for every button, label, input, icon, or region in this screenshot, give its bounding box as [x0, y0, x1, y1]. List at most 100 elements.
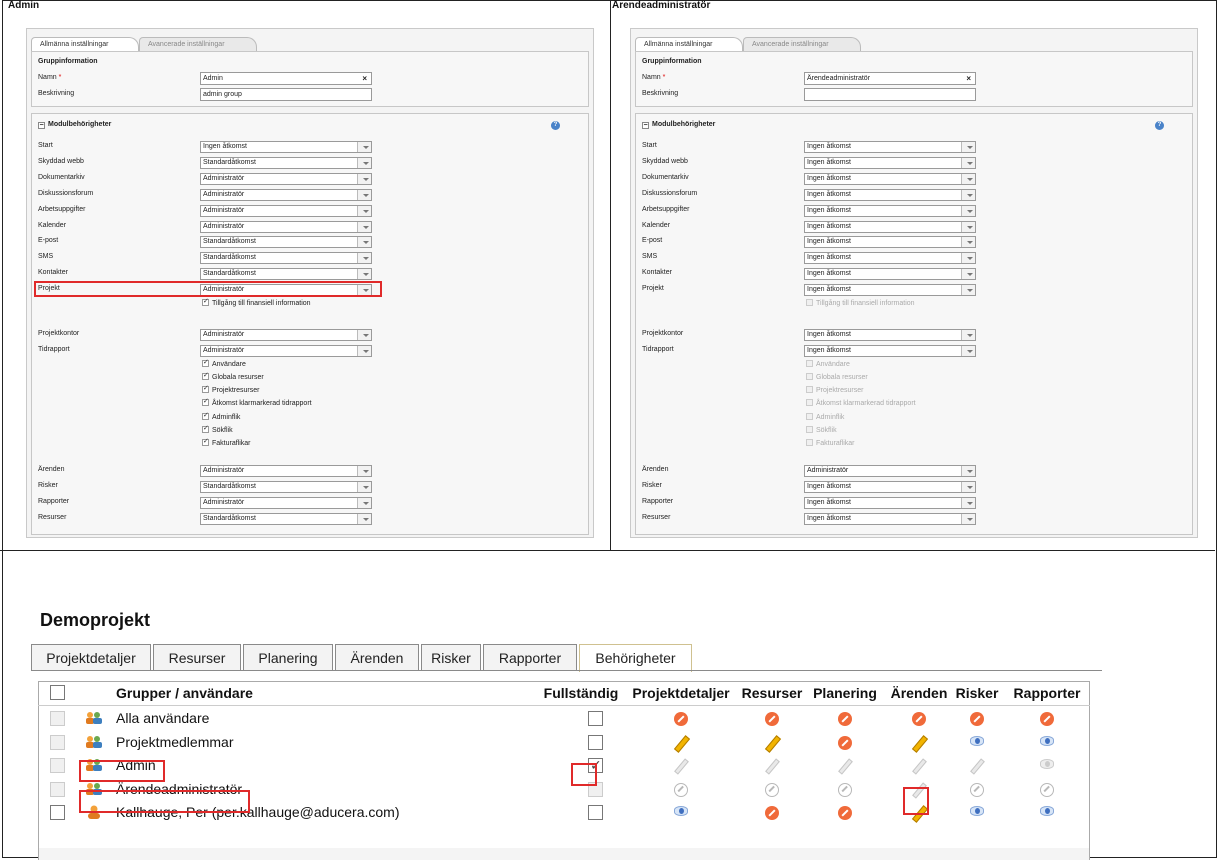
chevron-down-icon[interactable] [961, 237, 975, 248]
module-select-ärenden[interactable]: Administratör [200, 465, 372, 478]
tab-projektdetaljer[interactable]: Projektdetaljer [31, 644, 151, 671]
row-select-checkbox[interactable] [50, 805, 65, 820]
tidrapport-option[interactable]: Användare [806, 359, 850, 368]
blocked-gray-icon[interactable] [765, 782, 779, 797]
module-select-start[interactable]: Ingen åtkomst [804, 141, 976, 153]
name-field[interactable]: Ärendeadministratör × [804, 72, 976, 85]
chevron-down-icon[interactable] [961, 173, 975, 184]
module-select-arbetsuppgifter[interactable]: Administratör [200, 204, 372, 217]
pen-icon[interactable] [674, 736, 688, 750]
chevron-down-icon[interactable] [357, 221, 371, 232]
blocked-icon[interactable] [970, 712, 984, 726]
chevron-down-icon[interactable] [961, 157, 975, 168]
row-select-checkbox[interactable] [50, 758, 65, 773]
module-select-risker[interactable]: Standardåtkomst [200, 481, 372, 494]
module-select-tidrapport[interactable]: Administratör [200, 344, 372, 357]
description-field[interactable]: admin group [200, 88, 372, 101]
checkbox[interactable] [806, 412, 813, 420]
table-row[interactable]: Projektmedlemmar [38, 731, 1090, 755]
blocked-gray-icon[interactable] [838, 782, 852, 797]
tidrapport-option[interactable]: Sökflik [806, 425, 837, 434]
row-select-checkbox[interactable] [50, 711, 65, 726]
module-select-sms[interactable]: Ingen åtkomst [804, 252, 976, 265]
tidrapport-option[interactable]: Åtkomst klarmarkerad tidrapport [202, 397, 312, 407]
blocked-icon[interactable] [838, 712, 852, 726]
tab-general-settings[interactable]: Allmänna inställningar [31, 37, 139, 51]
full-access-checkbox[interactable] [588, 805, 603, 820]
module-select-arbetsuppgifter[interactable]: Ingen åtkomst [804, 204, 976, 217]
tidrapport-option[interactable]: Projektresurser [202, 384, 259, 394]
chevron-down-icon[interactable] [961, 189, 975, 200]
blocked-icon[interactable] [838, 735, 852, 750]
row-select-checkbox[interactable] [50, 734, 65, 750]
description-field[interactable] [804, 88, 976, 101]
blocked-icon[interactable] [838, 806, 852, 820]
checkbox[interactable] [806, 399, 813, 407]
chevron-down-icon[interactable] [961, 466, 975, 477]
tidrapport-option[interactable]: Adminflik [202, 411, 240, 421]
collapse-icon[interactable]: − [38, 122, 45, 129]
module-select-skyddad-webb[interactable]: Ingen åtkomst [804, 156, 976, 169]
module-select-kalender[interactable]: Ingen åtkomst [804, 220, 976, 233]
chevron-down-icon[interactable] [357, 482, 371, 493]
tab-rapporter[interactable]: Rapporter [483, 644, 577, 671]
pen-icon[interactable] [765, 736, 779, 750]
tidrapport-option[interactable]: Projektresurser [806, 386, 863, 394]
eye-icon[interactable] [970, 735, 984, 746]
pen-gray-icon[interactable] [912, 759, 926, 773]
blocked-icon[interactable] [674, 712, 688, 726]
tidrapport-option[interactable]: Globala resurser [202, 371, 264, 381]
checkbox[interactable] [806, 359, 813, 367]
module-select-resurser[interactable]: Ingen åtkomst [804, 512, 976, 525]
module-select-dokumentarkiv[interactable]: Administratör [200, 172, 372, 185]
chevron-down-icon[interactable] [357, 513, 371, 524]
tidrapport-option[interactable]: Fakturaflikar [806, 439, 855, 447]
chevron-down-icon[interactable] [357, 345, 371, 356]
module-select-rapporter[interactable]: Ingen åtkomst [804, 497, 976, 509]
pen-gray-icon[interactable] [674, 759, 688, 773]
tab-risker[interactable]: Risker [421, 644, 481, 671]
financial-info-checkbox[interactable]: Tillgång till finansiell information [806, 299, 915, 307]
pen-gray-icon[interactable] [765, 759, 779, 773]
tidrapport-option[interactable]: Adminflik [806, 412, 844, 421]
chevron-down-icon[interactable] [357, 253, 371, 264]
chevron-down-icon[interactable] [961, 269, 975, 280]
select-all-checkbox[interactable] [50, 685, 65, 700]
module-select-ärenden[interactable]: Administratör [804, 465, 976, 478]
checkbox[interactable] [806, 373, 813, 380]
eye-gray-icon[interactable] [1040, 759, 1054, 769]
module-select-rapporter[interactable]: Administratör [200, 497, 372, 509]
module-select-projektkontor[interactable]: Ingen åtkomst [804, 329, 976, 341]
module-select-kontakter[interactable]: Ingen åtkomst [804, 268, 976, 281]
checkbox[interactable] [202, 424, 209, 433]
column-header-planering[interactable]: Planering [806, 681, 884, 706]
tab-advanced-settings[interactable]: Avancerade inställningar [139, 37, 257, 51]
chevron-down-icon[interactable] [357, 173, 371, 184]
chevron-down-icon[interactable] [961, 205, 975, 216]
name-field[interactable]: Admin × [200, 72, 372, 85]
chevron-down-icon[interactable] [357, 157, 371, 168]
tab-resurser[interactable]: Resurser [153, 644, 241, 671]
module-select-projektkontor[interactable]: Administratör [200, 329, 372, 341]
blocked-icon[interactable] [765, 806, 779, 820]
help-icon[interactable]: ? [551, 121, 560, 130]
row-select-checkbox[interactable] [50, 781, 65, 797]
blocked-gray-icon[interactable] [1040, 782, 1054, 797]
chevron-down-icon[interactable] [357, 466, 371, 477]
module-select-dokumentarkiv[interactable]: Ingen åtkomst [804, 172, 976, 185]
blocked-icon[interactable] [765, 712, 779, 726]
blocked-gray-icon[interactable] [970, 782, 984, 797]
checkbox[interactable] [202, 384, 209, 394]
checkbox[interactable] [202, 358, 209, 367]
checkbox[interactable] [202, 411, 209, 420]
module-select-e-post[interactable]: Standardåtkomst [200, 236, 372, 249]
column-header-resurser[interactable]: Resurser [736, 681, 808, 706]
tab-general-settings[interactable]: Allmänna inställningar [635, 37, 743, 51]
chevron-down-icon[interactable] [961, 142, 975, 152]
module-select-tidrapport[interactable]: Ingen åtkomst [804, 344, 976, 357]
chevron-down-icon[interactable] [961, 482, 975, 493]
column-header-risker[interactable]: Risker [950, 681, 1004, 706]
column-header-projektdetaljer[interactable]: Projektdetaljer [628, 681, 734, 706]
tidrapport-option[interactable]: Sökflik [202, 424, 233, 434]
pen-gray-icon[interactable] [838, 759, 852, 773]
